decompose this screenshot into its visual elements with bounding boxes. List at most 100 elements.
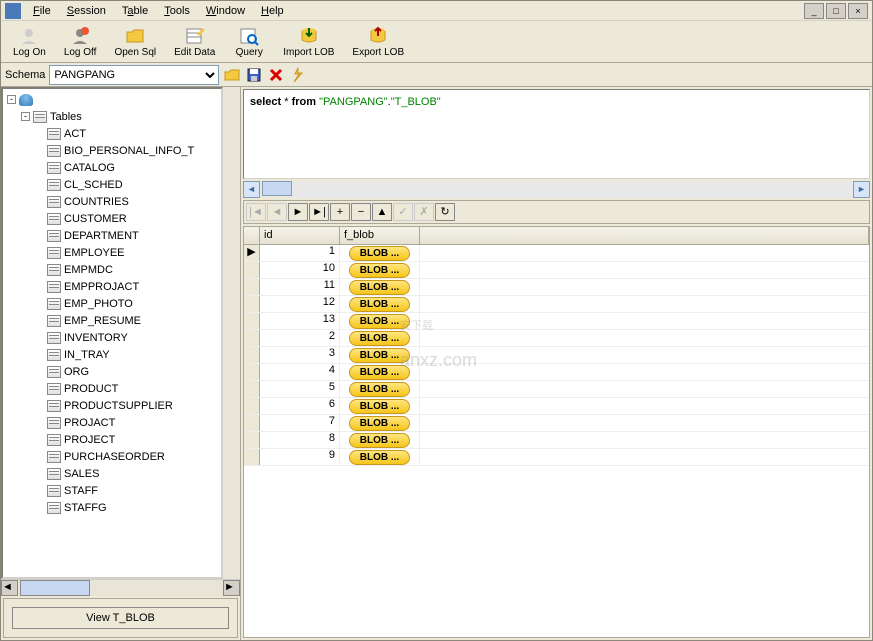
blob-button[interactable]: BLOB ... — [349, 331, 410, 346]
close-button[interactable]: × — [848, 3, 868, 19]
nav-prev[interactable]: ◄ — [267, 203, 287, 221]
tree-item[interactable]: PRODUCTSUPPLIER — [5, 397, 219, 414]
table-row[interactable]: 4BLOB ... — [244, 364, 869, 381]
nav-cancel[interactable]: ✗ — [414, 203, 434, 221]
grid-col-id[interactable]: id — [260, 227, 340, 244]
blob-button[interactable]: BLOB ... — [349, 246, 410, 261]
tree-item[interactable]: EMPLOYEE — [5, 244, 219, 261]
tree-item[interactable]: STAFF — [5, 482, 219, 499]
grid-marker-col — [244, 227, 260, 244]
menu-table[interactable]: Table — [114, 3, 156, 19]
table-row[interactable]: 12BLOB ... — [244, 296, 869, 313]
blob-button[interactable]: BLOB ... — [349, 416, 410, 431]
tree-item[interactable]: CUSTOMER — [5, 210, 219, 227]
save-icon[interactable] — [245, 66, 263, 84]
execute-icon[interactable] — [289, 66, 307, 84]
sql-hscroll[interactable]: ◄► — [243, 181, 870, 198]
table-row[interactable]: 5BLOB ... — [244, 381, 869, 398]
opensql-button[interactable]: Open Sql — [106, 24, 164, 60]
tree-item[interactable]: EMP_RESUME — [5, 312, 219, 329]
menu-session[interactable]: Session — [59, 3, 114, 19]
blob-button[interactable]: BLOB ... — [349, 348, 410, 363]
blob-button[interactable]: BLOB ... — [349, 433, 410, 448]
blob-button[interactable]: BLOB ... — [349, 263, 410, 278]
nav-first[interactable]: |◄ — [246, 203, 266, 221]
nav-remove[interactable]: − — [351, 203, 371, 221]
importlob-button[interactable]: Import LOB — [275, 24, 342, 60]
blob-button[interactable]: BLOB ... — [349, 450, 410, 465]
app-icon — [5, 3, 21, 19]
menu-window[interactable]: Window — [198, 3, 253, 19]
tree-db-node[interactable]: - — [5, 91, 219, 108]
tree-item[interactable]: ACT — [5, 125, 219, 142]
table-row[interactable]: 7BLOB ... — [244, 415, 869, 432]
open-icon[interactable] — [223, 66, 241, 84]
table-row[interactable]: 9BLOB ... — [244, 449, 869, 466]
menu-bar: FFileile Session Table Tools Window Help… — [1, 1, 872, 21]
query-button[interactable]: Query — [225, 24, 273, 60]
nav-edit[interactable]: ▲ — [372, 203, 392, 221]
nav-refresh[interactable]: ↻ — [435, 203, 455, 221]
blob-button[interactable]: BLOB ... — [349, 314, 410, 329]
table-row[interactable]: 3BLOB ... — [244, 347, 869, 364]
tree-view[interactable]: - -Tables ACTBIO_PERSONAL_INFO_TCATALOGC… — [1, 87, 223, 579]
main-toolbar: Log On Log Off Open Sql Edit Data Query … — [1, 21, 872, 63]
schema-bar: Schema PANGPANG — [1, 63, 872, 87]
table-row[interactable]: 6BLOB ... — [244, 398, 869, 415]
sql-editor[interactable]: select * from "PANGPANG"."T_BLOB" — [243, 89, 870, 179]
tree-item[interactable]: DEPARTMENT — [5, 227, 219, 244]
table-row[interactable]: ▶1BLOB ... — [244, 245, 869, 262]
table-row[interactable]: 8BLOB ... — [244, 432, 869, 449]
table-row[interactable]: 10BLOB ... — [244, 262, 869, 279]
maximize-button[interactable]: □ — [826, 3, 846, 19]
minimize-button[interactable]: _ — [804, 3, 824, 19]
table-row[interactable]: 2BLOB ... — [244, 330, 869, 347]
tree-item[interactable]: PROJACT — [5, 414, 219, 431]
view-button[interactable]: View T_BLOB — [12, 607, 229, 629]
nav-next[interactable]: ► — [288, 203, 308, 221]
tree-item[interactable]: SALES — [5, 465, 219, 482]
tree-item[interactable]: STAFFG — [5, 499, 219, 516]
menu-file[interactable]: FFileile — [25, 3, 59, 19]
tree-hscroll[interactable]: ◄► — [1, 579, 240, 596]
tree-item[interactable]: ORG — [5, 363, 219, 380]
nav-add[interactable]: + — [330, 203, 350, 221]
nav-last[interactable]: ►| — [309, 203, 329, 221]
editdata-button[interactable]: Edit Data — [166, 24, 223, 60]
table-row[interactable]: 13BLOB ... — [244, 313, 869, 330]
data-grid[interactable]: id f_blob ▶1BLOB ...10BLOB ...11BLOB ...… — [243, 226, 870, 638]
tree-item[interactable]: CATALOG — [5, 159, 219, 176]
grid-col-fblob[interactable]: f_blob — [340, 227, 420, 244]
table-row[interactable]: 11BLOB ... — [244, 279, 869, 296]
tree-vscroll[interactable] — [223, 87, 240, 579]
tree-item[interactable]: EMP_PHOTO — [5, 295, 219, 312]
blob-button[interactable]: BLOB ... — [349, 399, 410, 414]
tree-item[interactable]: BIO_PERSONAL_INFO_T — [5, 142, 219, 159]
blob-button[interactable]: BLOB ... — [349, 297, 410, 312]
record-navbar: |◄ ◄ ► ►| + − ▲ ✓ ✗ ↻ — [243, 200, 870, 224]
blob-button[interactable]: BLOB ... — [349, 365, 410, 380]
delete-icon[interactable] — [267, 66, 285, 84]
tree-item[interactable]: EMPPROJACT — [5, 278, 219, 295]
right-pane: select * from "PANGPANG"."T_BLOB" ◄► |◄ … — [241, 87, 872, 640]
tree-item[interactable]: EMPMDC — [5, 261, 219, 278]
tree-item[interactable]: PURCHASEORDER — [5, 448, 219, 465]
tree-item[interactable]: CL_SCHED — [5, 176, 219, 193]
blob-button[interactable]: BLOB ... — [349, 280, 410, 295]
logoff-button[interactable]: Log Off — [56, 24, 105, 60]
schema-label: Schema — [5, 69, 45, 81]
schema-select[interactable]: PANGPANG — [49, 65, 219, 85]
tree-item[interactable]: PRODUCT — [5, 380, 219, 397]
tree-item[interactable]: INVENTORY — [5, 329, 219, 346]
blob-button[interactable]: BLOB ... — [349, 382, 410, 397]
menu-help[interactable]: Help — [253, 3, 292, 19]
tree-item[interactable]: IN_TRAY — [5, 346, 219, 363]
logon-button[interactable]: Log On — [5, 24, 54, 60]
left-pane: - -Tables ACTBIO_PERSONAL_INFO_TCATALOGC… — [1, 87, 241, 640]
tree-item[interactable]: COUNTRIES — [5, 193, 219, 210]
tree-tables-node[interactable]: -Tables — [5, 108, 219, 125]
tree-item[interactable]: PROJECT — [5, 431, 219, 448]
exportlob-button[interactable]: Export LOB — [344, 24, 412, 60]
nav-post[interactable]: ✓ — [393, 203, 413, 221]
menu-tools[interactable]: Tools — [156, 3, 198, 19]
